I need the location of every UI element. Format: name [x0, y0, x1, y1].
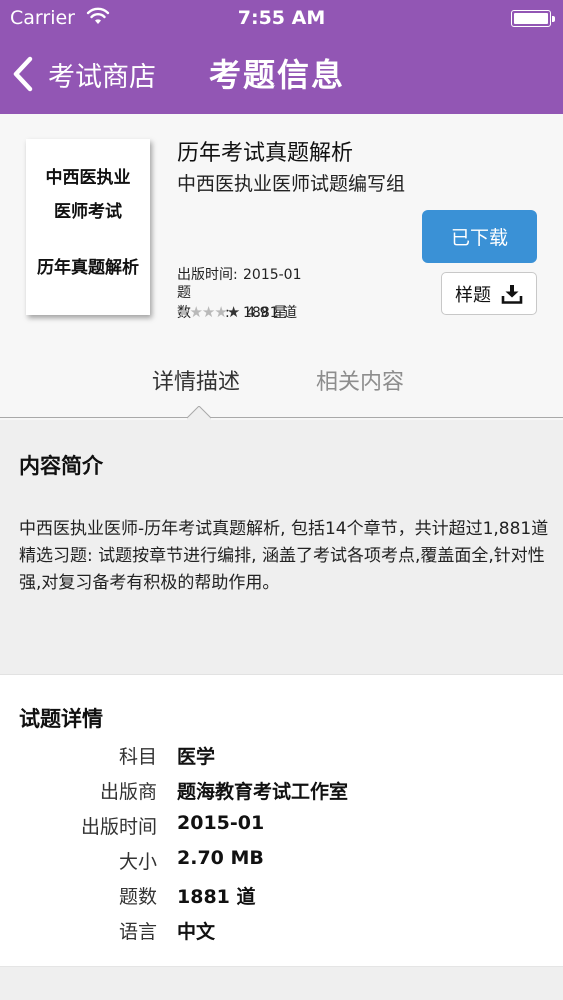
- clock: 7:55 AM: [237, 7, 326, 29]
- detail-row-question-count: 题数 1881 道: [0, 882, 563, 917]
- sample-questions-button[interactable]: 样题: [441, 272, 537, 315]
- rating-text: 4.9 星: [246, 305, 287, 321]
- detail-row-subject: 科目 医学: [0, 742, 563, 777]
- detail-label: 语言: [118, 921, 157, 943]
- cover-line-3: 历年真题解析: [37, 258, 139, 278]
- book-title: 历年考试真题解析: [177, 141, 354, 166]
- book-author: 中西医执业医师试题编写组: [177, 173, 406, 195]
- detail-row-publisher: 出版商 题海教育考试工作室: [0, 777, 563, 812]
- detail-label: 大小: [118, 851, 157, 873]
- star-icon: ★: [189, 303, 202, 321]
- bottom-strip: [0, 966, 563, 1000]
- intro-heading: 内容简介: [19, 454, 103, 478]
- intro-text: 中西医执业医师-历年考试真题解析, 包括14个章节，共计超过1,881道精选习题…: [19, 519, 549, 593]
- star-icon: ★: [214, 303, 227, 321]
- star-icon: ★: [226, 303, 240, 321]
- cover-line-1: 中西医执业: [45, 168, 131, 188]
- publish-date-row: 出版时间: 2015-01: [177, 264, 302, 284]
- detail-row-language: 语言 中文: [0, 917, 563, 952]
- detail-label: 题数: [118, 886, 157, 908]
- back-button[interactable]: 考试商店: [10, 52, 156, 96]
- book-cover[interactable]: 中西医执业 医师考试 历年真题解析: [26, 139, 150, 315]
- tab-details[interactable]: 详情描述: [152, 364, 240, 396]
- detail-label: 科目: [118, 746, 157, 768]
- sample-button-label: 样题: [455, 284, 491, 306]
- detail-label: 出版商: [99, 781, 157, 803]
- publish-date-label: 出版时间:: [177, 267, 238, 283]
- downloaded-button[interactable]: 已下载: [422, 210, 537, 263]
- tab-divider: [0, 417, 563, 418]
- detail-value: 中文: [177, 921, 216, 943]
- detail-value: 题海教育考试工作室: [177, 781, 349, 803]
- detail-value: 医学: [177, 746, 216, 768]
- downloaded-button-label: 已下载: [450, 227, 508, 249]
- question-details-section: 试题详情 科目 医学 出版商 题海教育考试工作室 出版时间 2015-01 大小…: [0, 674, 563, 966]
- status-bar: Carrier 7:55 AM: [0, 0, 563, 38]
- star-icon: ★: [201, 303, 215, 321]
- rating-row: ★★★★★ 4.9 星: [177, 302, 287, 322]
- content-intro-section: 内容简介 中西医执业医师-历年考试真题解析, 包括14个章节，共计超过1,881…: [0, 420, 563, 674]
- detail-value: 2.70 MB: [177, 847, 264, 869]
- details-heading: 试题详情: [19, 707, 103, 731]
- detail-value: 1881 道: [177, 886, 256, 908]
- cover-line-2: 医师考试: [54, 202, 122, 222]
- detail-row-publish-date: 出版时间 2015-01: [0, 812, 563, 847]
- detail-value: 2015-01: [177, 812, 265, 834]
- star-icon: ★: [177, 303, 190, 321]
- battery-icon: [511, 10, 555, 27]
- star-rating: ★★★★★: [177, 303, 240, 321]
- tab-related[interactable]: 相关内容: [316, 364, 404, 396]
- download-icon: [501, 284, 523, 304]
- publish-date-value: 2015-01: [243, 267, 302, 283]
- navigation-header: Carrier 7:55 AM 考试商店 考题信息: [0, 0, 563, 114]
- detail-label: 出版时间: [80, 816, 157, 838]
- back-chevron-icon: [13, 56, 33, 92]
- page-title: 考题信息: [209, 56, 346, 94]
- back-label: 考试商店: [48, 61, 156, 93]
- detail-row-size: 大小 2.70 MB: [0, 847, 563, 882]
- book-info-section: 中西医执业 医师考试 历年真题解析 历年考试真题解析 中西医执业医师试题编写组 …: [0, 114, 563, 430]
